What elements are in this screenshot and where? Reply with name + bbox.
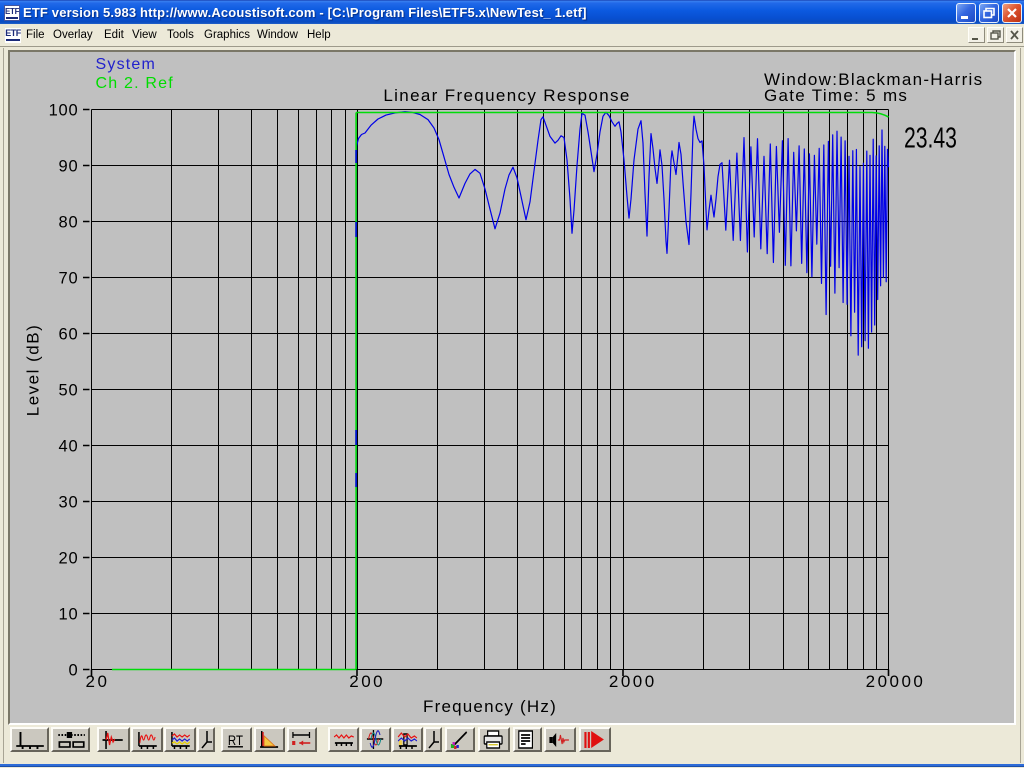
svg-text:2000: 2000 xyxy=(609,672,657,691)
svg-text:200: 200 xyxy=(349,672,385,691)
svg-text:23.43: 23.43 xyxy=(904,122,957,154)
svg-text:Gate Time: 5 ms: Gate Time: 5 ms xyxy=(764,86,908,105)
svg-text:20: 20 xyxy=(59,550,79,568)
svg-text:60: 60 xyxy=(59,326,79,344)
svg-text:80: 80 xyxy=(59,214,79,232)
svg-text:100: 100 xyxy=(49,102,79,120)
svg-text:70: 70 xyxy=(59,270,79,288)
svg-text:Level (dB): Level (dB) xyxy=(24,324,43,416)
svg-text:90: 90 xyxy=(59,158,79,176)
svg-text:30: 30 xyxy=(59,494,79,512)
svg-text:50: 50 xyxy=(59,382,79,400)
svg-text:20000: 20000 xyxy=(866,672,926,691)
svg-text:Frequency (Hz): Frequency (Hz) xyxy=(423,697,557,716)
svg-text:Ch 2. Ref: Ch 2. Ref xyxy=(96,75,174,92)
svg-text:10: 10 xyxy=(59,606,79,624)
svg-text:20: 20 xyxy=(86,672,110,691)
svg-text:40: 40 xyxy=(59,438,79,456)
svg-text:0: 0 xyxy=(69,662,79,680)
svg-text:Linear Frequency Response: Linear Frequency Response xyxy=(383,86,630,105)
svg-text:RT: RT xyxy=(228,732,243,748)
svg-text:System: System xyxy=(96,56,157,73)
